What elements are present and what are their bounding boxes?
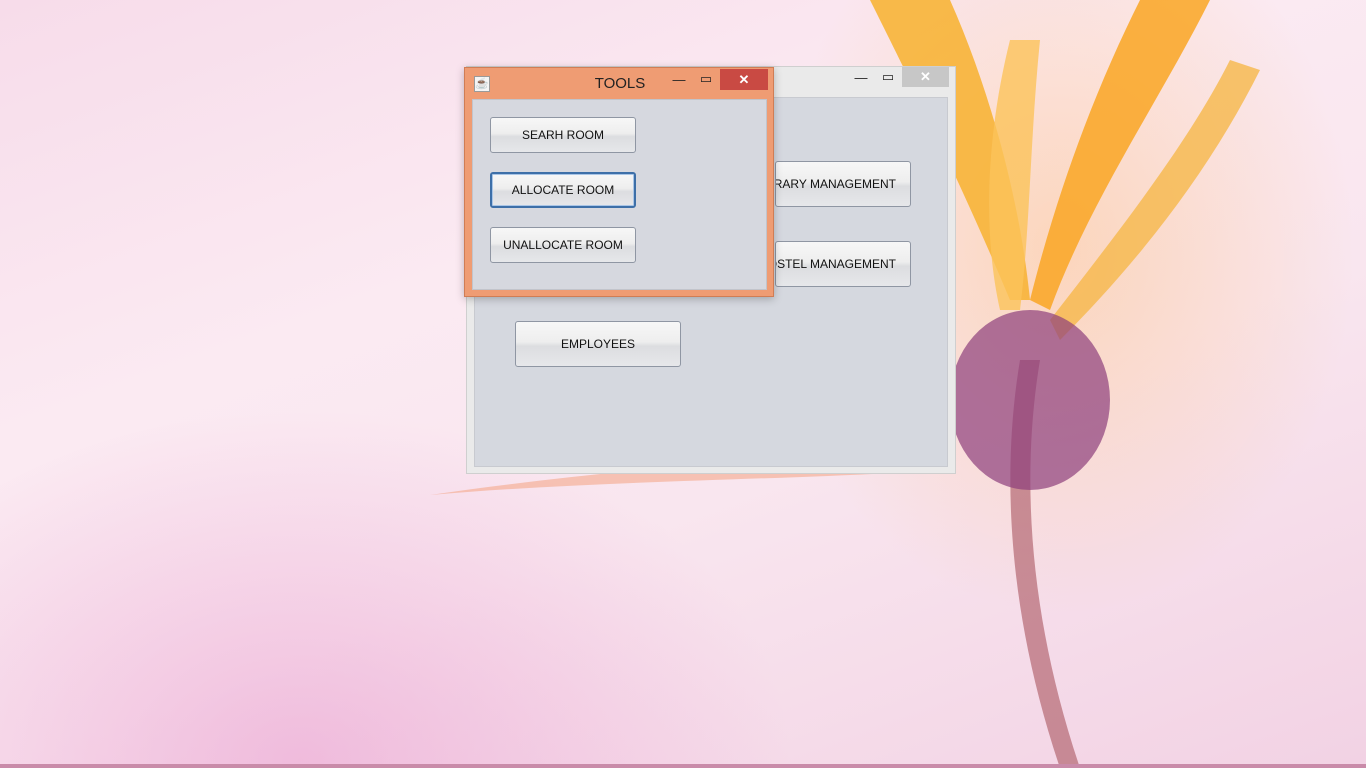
main-close-icon[interactable]: ✕ — [902, 67, 949, 87]
employees-button[interactable]: EMPLOYEES — [515, 321, 681, 367]
tools-dialog: TOOLS ☕ — ▭ ✕ SEARH ROOM ALLOCATE ROOM U… — [464, 67, 774, 297]
allocate-room-button[interactable]: ALLOCATE ROOM — [490, 172, 636, 208]
taskbar-edge — [0, 764, 1366, 768]
search-room-button[interactable]: SEARH ROOM — [490, 117, 636, 153]
java-app-icon[interactable]: ☕ — [474, 76, 490, 92]
main-minimize-icon[interactable]: — — [848, 67, 874, 87]
main-maximize-icon[interactable]: ▭ — [875, 67, 901, 87]
library-management-button[interactable]: LIBRARY MANAGEMENT — [775, 161, 911, 207]
unallocate-room-button[interactable]: UNALLOCATE ROOM — [490, 227, 636, 263]
tools-titlebar[interactable]: TOOLS ☕ — ▭ ✕ — [465, 68, 773, 98]
hostel-management-button[interactable]: HOSTEL MANAGEMENT — [775, 241, 911, 287]
tools-content: SEARH ROOM ALLOCATE ROOM UNALLOCATE ROOM — [472, 99, 767, 290]
tools-maximize-icon[interactable]: ▭ — [693, 69, 719, 89]
tools-minimize-icon[interactable]: — — [666, 69, 692, 89]
tools-close-icon[interactable]: ✕ — [720, 69, 768, 90]
